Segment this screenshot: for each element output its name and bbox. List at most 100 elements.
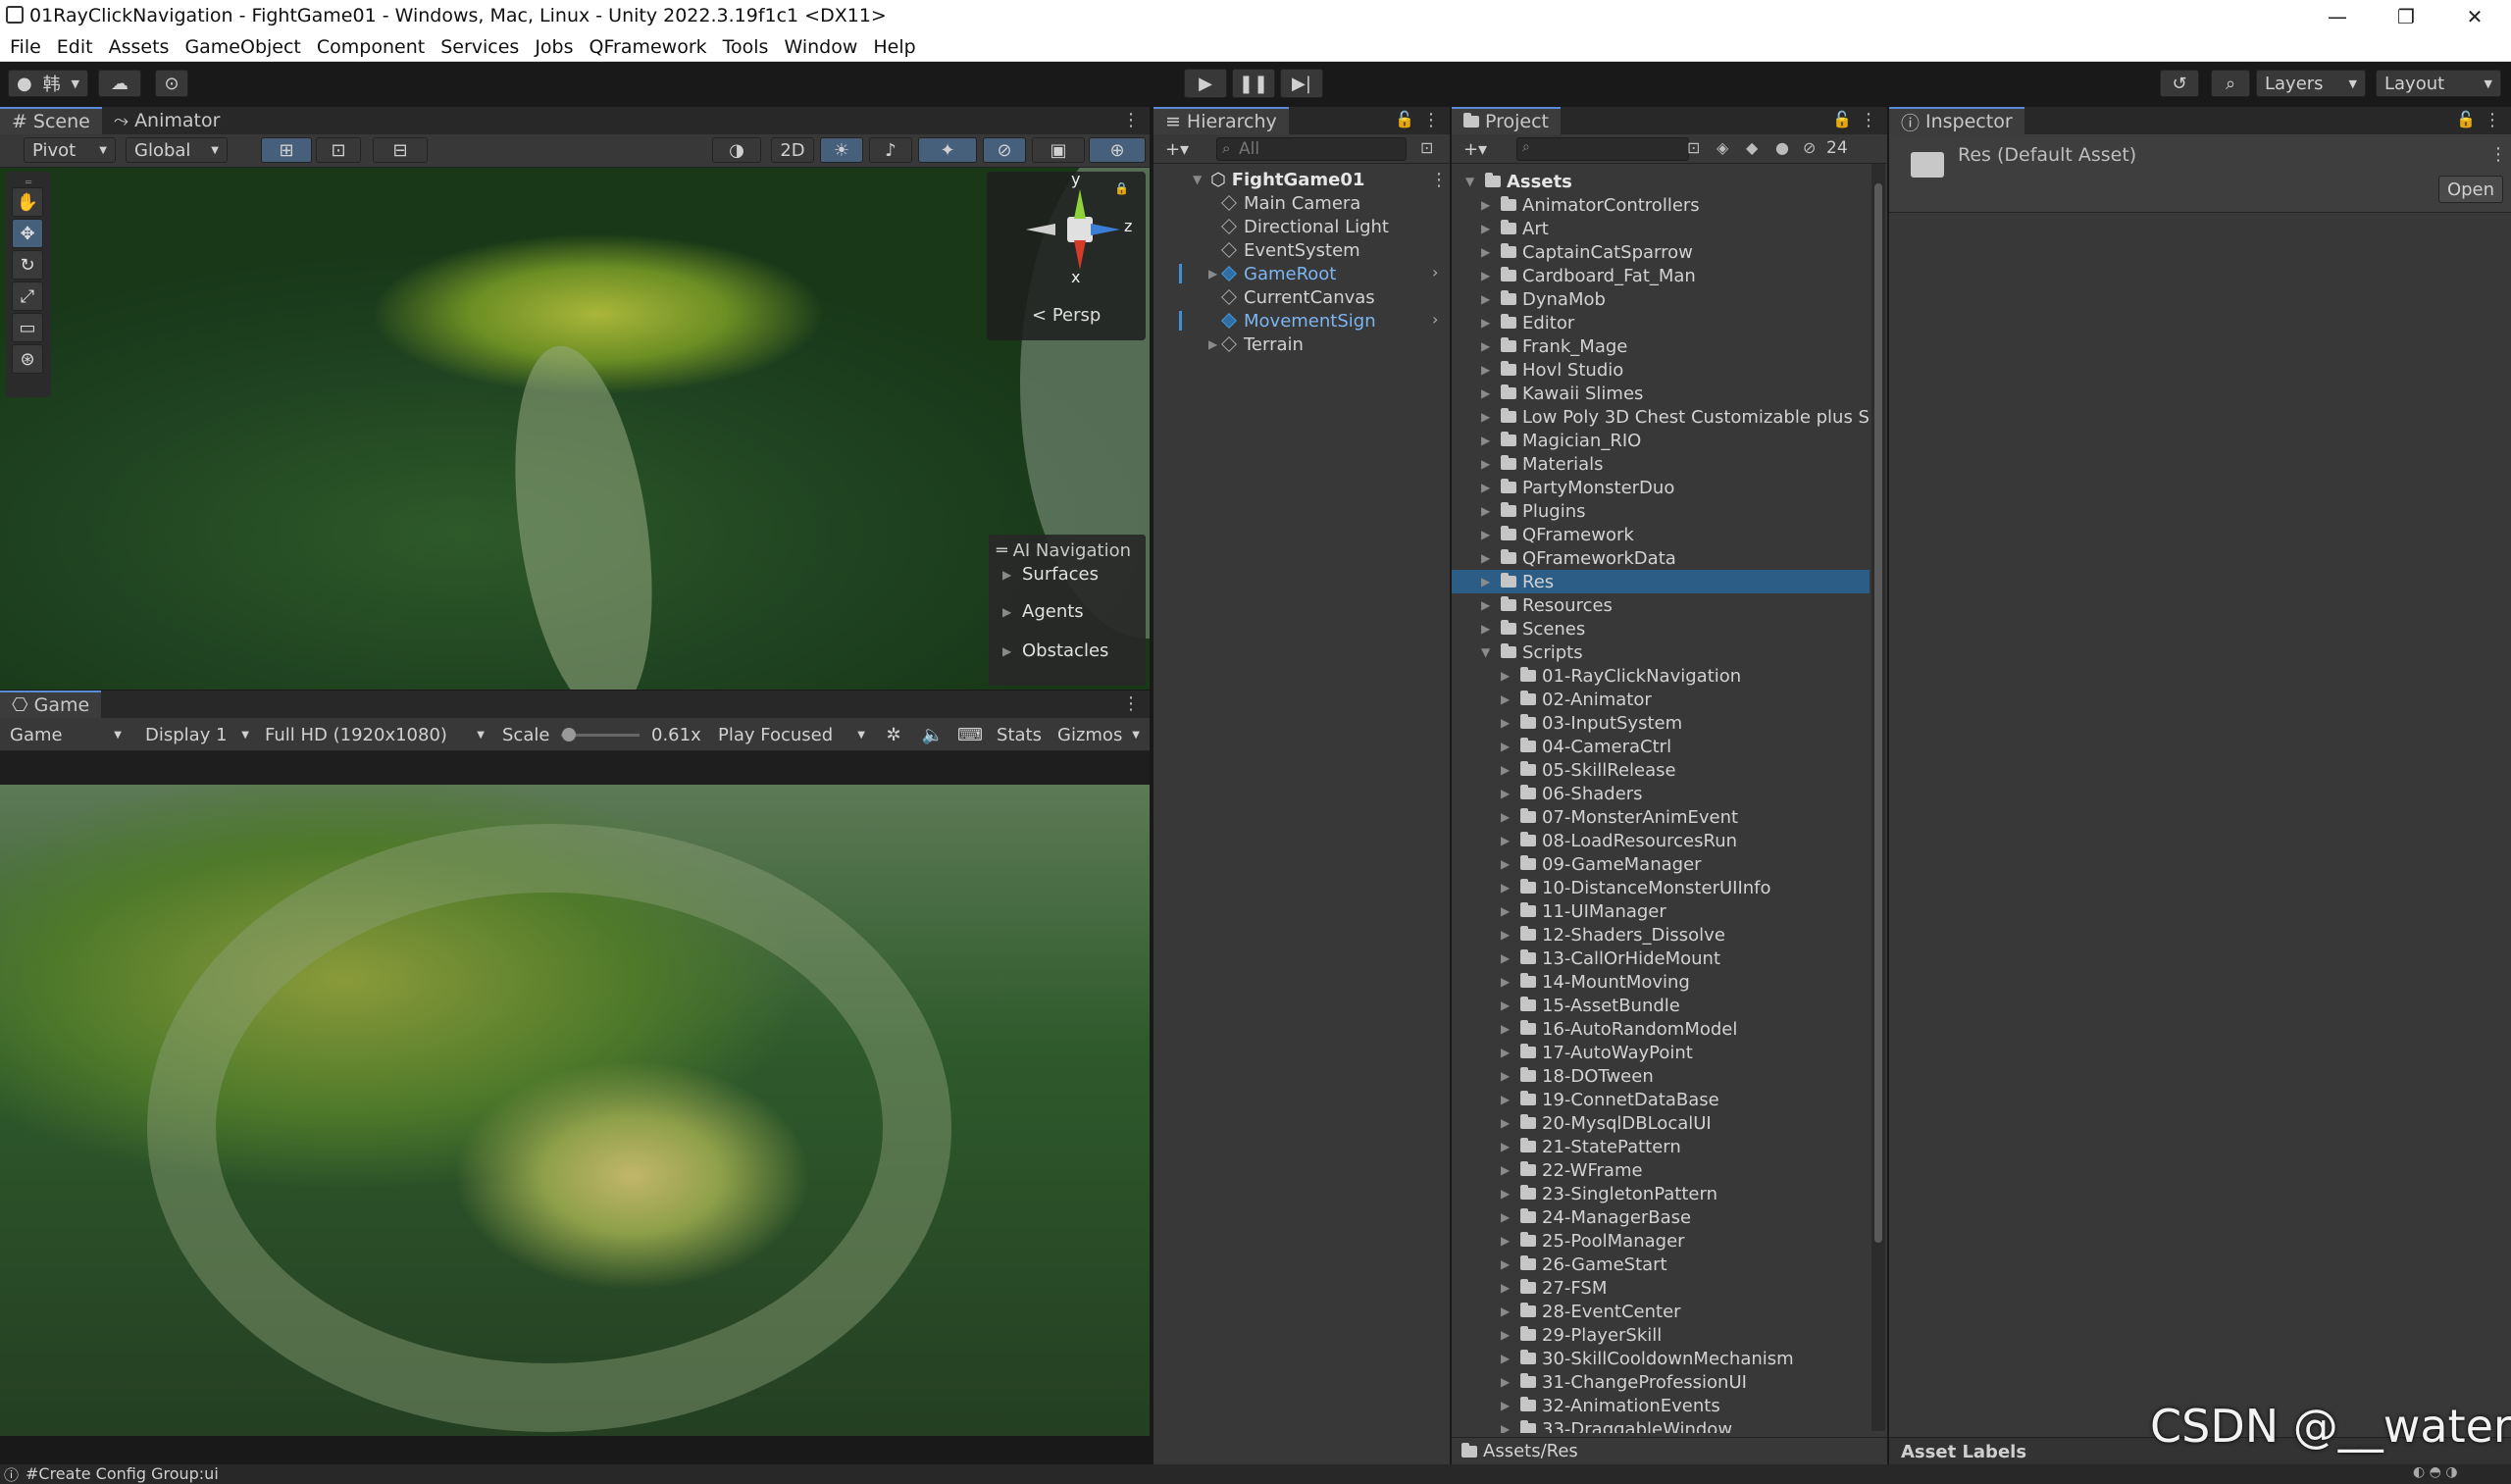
- display-dropdown[interactable]: Display 1 ▼: [137, 721, 257, 748]
- menu-services[interactable]: Services: [440, 36, 519, 58]
- gizmo-y-cone[interactable]: [1074, 189, 1086, 219]
- project-script-folder-item[interactable]: ▶ 14-MountMoving: [1452, 970, 1690, 994]
- project-folder-item[interactable]: ▶ Frank_Mage: [1452, 334, 1870, 358]
- prefab-open-arrow-icon[interactable]: ›: [1432, 310, 1438, 329]
- scale-slider-thumb[interactable]: [562, 728, 576, 742]
- lock-icon[interactable]: 🔓: [2456, 110, 2476, 128]
- history-icon[interactable]: ↺: [2160, 70, 2199, 97]
- expand-arrow-icon[interactable]: ▶: [1501, 1281, 1514, 1295]
- gizmo-z-cone[interactable]: [1091, 224, 1120, 235]
- project-folder-item[interactable]: ▶ Editor: [1452, 311, 1870, 334]
- project-script-folder-item[interactable]: ▶ 01-RayClickNavigation: [1452, 664, 1741, 688]
- expand-arrow-icon[interactable]: ▶: [1481, 434, 1495, 447]
- expand-arrow-icon[interactable]: ▶: [1481, 339, 1495, 353]
- grid-visibility-icon[interactable]: ⊟: [373, 137, 428, 163]
- expand-arrow-icon[interactable]: ▶: [1501, 1163, 1514, 1177]
- hand-tool-icon[interactable]: ✋: [12, 187, 43, 217]
- hierarchy-item[interactable]: ▶ GameRoot: [1179, 262, 1336, 285]
- hierarchy-item[interactable]: EventSystem: [1208, 238, 1360, 262]
- persp-label[interactable]: < Persp: [1032, 305, 1101, 326]
- close-button[interactable]: ✕: [2440, 0, 2509, 32]
- account-dropdown[interactable]: ● 韩 ▼: [8, 70, 88, 97]
- move-tool-icon[interactable]: ✥: [12, 219, 43, 248]
- expand-arrow-icon[interactable]: ▶: [1481, 222, 1495, 235]
- project-script-folder-item[interactable]: ▶ 02-Animator: [1452, 688, 1652, 711]
- scale-tool-icon[interactable]: ⤢: [12, 281, 43, 311]
- kebab-menu-icon[interactable]: ⋮: [1122, 110, 1140, 130]
- expand-arrow-icon[interactable]: ▶: [1481, 269, 1495, 282]
- expand-arrow-icon[interactable]: ▶: [1481, 198, 1495, 212]
- project-script-folder-item[interactable]: ▶ 13-CallOrHideMount: [1452, 947, 1720, 970]
- minimize-button[interactable]: —: [2303, 0, 2372, 32]
- hierarchy-item[interactable]: MovementSign: [1179, 309, 1376, 333]
- tab-animator[interactable]: ⤳ Animator: [102, 107, 232, 134]
- expand-arrow-icon[interactable]: ▶: [1501, 787, 1514, 800]
- create-button[interactable]: +▾: [1159, 137, 1195, 161]
- collab-icon[interactable]: ⊙: [155, 70, 188, 97]
- status-icons[interactable]: ◐ ◓ ◑: [2413, 1464, 2458, 1480]
- hierarchy-item[interactable]: Directional Light: [1208, 215, 1389, 238]
- gizmo-center[interactable]: [1067, 217, 1093, 242]
- pivot-dropdown[interactable]: Pivot ▼: [24, 137, 116, 163]
- expand-arrow-icon[interactable]: ▶: [1501, 669, 1514, 683]
- project-folder-item[interactable]: ▶ AnimatorControllers: [1452, 193, 1870, 217]
- expand-arrow-icon[interactable]: ▶: [1481, 292, 1495, 306]
- expand-arrow-icon[interactable]: ▶: [1208, 267, 1222, 281]
- expand-arrow-icon[interactable]: ▶: [1481, 457, 1495, 471]
- project-folder-item[interactable]: ▶ Scenes: [1452, 617, 1870, 640]
- search-icon[interactable]: ⌕: [2211, 70, 2250, 97]
- gizmo-x-cone[interactable]: [1074, 240, 1086, 270]
- project-script-folder-item[interactable]: ▶ 26-GameStart: [1452, 1253, 1667, 1276]
- project-script-folder-item[interactable]: ▶ 29-PlayerSkill: [1452, 1323, 1662, 1347]
- menu-component[interactable]: Component: [317, 36, 425, 58]
- menu-help[interactable]: Help: [873, 36, 915, 58]
- snap-increment-icon[interactable]: ⊡: [316, 137, 361, 163]
- game-viewport[interactable]: [0, 785, 1150, 1436]
- ai-nav-surfaces[interactable]: ▶ Surfaces: [1002, 564, 1099, 585]
- kebab-menu-icon[interactable]: ⋮: [1422, 110, 1440, 130]
- collapse-arrow-icon[interactable]: ▼: [1481, 645, 1495, 659]
- prefab-open-arrow-icon[interactable]: ›: [1432, 263, 1438, 281]
- menu-jobs[interactable]: Jobs: [535, 36, 573, 58]
- expand-arrow-icon[interactable]: ▶: [1501, 1422, 1514, 1433]
- project-folder-item[interactable]: ▶ CaptainCatSparrow: [1452, 240, 1870, 264]
- project-folder-item[interactable]: ▶ Res: [1452, 570, 1870, 593]
- project-scrollbar-thumb[interactable]: [1874, 183, 1882, 1243]
- project-script-folder-item[interactable]: ▶ 08-LoadResourcesRun: [1452, 829, 1737, 852]
- project-script-folder-item[interactable]: ▶ 20-MysqlDBLocalUI: [1452, 1111, 1712, 1135]
- expand-arrow-icon[interactable]: ▶: [1481, 363, 1495, 377]
- stats-button[interactable]: Stats: [991, 721, 1048, 748]
- expand-arrow-icon[interactable]: ▶: [1501, 763, 1514, 777]
- project-folder-item[interactable]: ▶ Art: [1452, 217, 1870, 240]
- project-folder-item[interactable]: ▶ Magician_RIO: [1452, 429, 1870, 452]
- mode-2d-toggle[interactable]: 2D: [771, 137, 814, 163]
- project-script-folder-item[interactable]: ▶ 15-AssetBundle: [1452, 994, 1680, 1017]
- expand-arrow-icon[interactable]: ▶: [1501, 951, 1514, 965]
- project-folder-item[interactable]: ▶ Resources: [1452, 593, 1870, 617]
- menu-gameobject[interactable]: GameObject: [184, 36, 300, 58]
- expand-arrow-icon[interactable]: ▶: [1501, 1352, 1514, 1365]
- project-folder-item[interactable]: ▶ QFramework: [1452, 523, 1870, 546]
- play-focused-dropdown[interactable]: Play Focused ▼: [710, 721, 873, 748]
- project-script-folder-item[interactable]: ▶ 18-DOTween: [1452, 1064, 1654, 1088]
- project-script-folder-item[interactable]: ▶ 32-AnimationEvents: [1452, 1394, 1720, 1417]
- expand-arrow-icon[interactable]: ▶: [1501, 1187, 1514, 1201]
- kebab-menu-icon[interactable]: ⋮: [2484, 110, 2501, 130]
- expand-arrow-icon[interactable]: ▶: [1501, 1116, 1514, 1130]
- game-mode-dropdown[interactable]: Game ▼: [2, 721, 129, 748]
- rotate-tool-icon[interactable]: ↻: [12, 250, 43, 280]
- ai-nav-agents[interactable]: ▶ Agents: [1002, 601, 1084, 622]
- project-script-folder-item[interactable]: ▶ 05-SkillRelease: [1452, 758, 1676, 782]
- hierarchy-item[interactable]: ▶ Terrain: [1208, 333, 1304, 356]
- expand-arrow-icon[interactable]: ▶: [1481, 575, 1495, 588]
- menu-file[interactable]: File: [10, 36, 41, 58]
- tab-scene[interactable]: # Scene: [0, 107, 102, 134]
- ai-navigation-title[interactable]: ═ AI Navigation: [997, 540, 1131, 561]
- expand-arrow-icon[interactable]: ▶: [1501, 1069, 1514, 1083]
- orientation-gizmo[interactable]: y z x < Persp 🔒: [987, 170, 1146, 340]
- expand-arrow-icon[interactable]: ▶: [1481, 410, 1495, 424]
- layers-dropdown[interactable]: Layers ▼: [2256, 70, 2366, 97]
- project-script-folder-item[interactable]: ▶ 22-WFrame: [1452, 1158, 1643, 1182]
- project-folder-item[interactable]: ▶ Hovl Studio: [1452, 358, 1870, 382]
- project-folder-item[interactable]: ▶ Materials: [1452, 452, 1870, 476]
